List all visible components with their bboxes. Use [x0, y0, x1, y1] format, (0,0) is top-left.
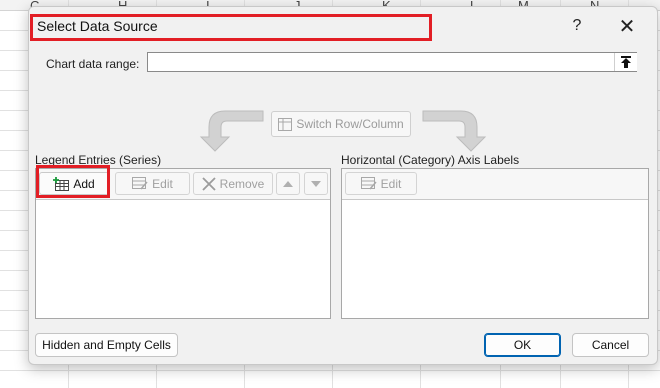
triangle-up-icon	[283, 180, 293, 187]
axis-labels-toolbar: Edit	[342, 169, 648, 200]
axis-labels-list[interactable]	[342, 200, 648, 318]
close-button[interactable]: ✕	[612, 13, 642, 39]
chart-data-range-label: Chart data range:	[46, 57, 140, 71]
add-series-label: Add	[73, 176, 95, 191]
remove-series-label: Remove	[219, 176, 265, 191]
ok-button[interactable]: OK	[484, 333, 561, 357]
curved-arrow-right-icon	[422, 110, 487, 152]
remove-series-button[interactable]: Remove	[193, 172, 273, 195]
move-down-button[interactable]	[304, 172, 328, 195]
legend-entries-toolbar: Add Edit Remove	[36, 169, 330, 200]
edit-series-button[interactable]: Edit	[115, 172, 190, 195]
move-up-button[interactable]	[276, 172, 300, 195]
axis-labels-heading: Horizontal (Category) Axis Labels	[341, 153, 520, 167]
edit-table-icon	[360, 177, 377, 190]
switch-row-column-label: Switch Row/Column	[296, 117, 404, 131]
legend-entries-list[interactable]	[36, 200, 330, 318]
edit-table-icon	[132, 177, 148, 190]
edit-axis-labels-button[interactable]: Edit	[345, 172, 417, 195]
triangle-down-icon	[311, 180, 321, 187]
chart-data-range-input[interactable]	[147, 52, 637, 72]
gridline	[0, 370, 660, 371]
edit-series-label: Edit	[152, 176, 173, 191]
legend-entries-heading: Legend Entries (Series)	[35, 153, 162, 167]
axis-labels-panel: Edit	[341, 168, 649, 319]
collapse-dialog-button[interactable]	[614, 53, 637, 71]
edit-axis-labels-label: Edit	[380, 176, 402, 191]
upload-arrow-icon	[621, 55, 631, 68]
curved-arrow-left-icon	[199, 110, 264, 152]
help-button[interactable]: ?	[562, 13, 592, 39]
select-data-source-dialog: Select Data Source ? ✕ Chart data range:…	[28, 6, 658, 365]
legend-entries-panel: Add Edit Remove	[35, 168, 331, 319]
hidden-empty-cells-button[interactable]: Hidden and Empty Cells	[35, 333, 178, 357]
add-table-icon	[53, 176, 70, 191]
switch-row-column-button[interactable]: Switch Row/Column	[271, 111, 411, 137]
remove-x-icon	[202, 176, 216, 191]
cancel-button[interactable]: Cancel	[572, 333, 649, 357]
add-series-button[interactable]: Add	[39, 172, 109, 195]
switch-grid-icon	[278, 117, 293, 131]
title-highlight-box	[30, 14, 432, 41]
